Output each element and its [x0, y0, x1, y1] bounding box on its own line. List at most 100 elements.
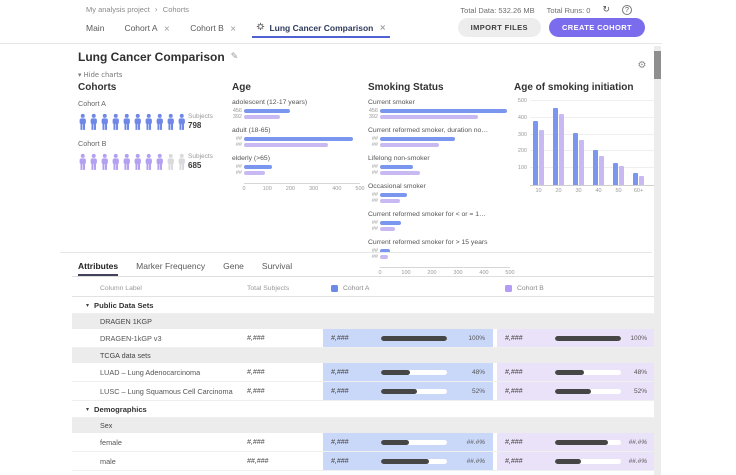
subjects-count: 685 [188, 161, 213, 170]
cohort-a-bar [244, 165, 272, 170]
cohort-b-bar [380, 199, 400, 204]
total-data: Total Data: 532.26 MB [460, 6, 534, 15]
cohort-b-bar [639, 176, 644, 185]
tab-gene[interactable]: Gene [223, 261, 244, 276]
breadcrumb-separator-icon: › [155, 5, 158, 14]
chart-group: Lifelong non-smoker#### [368, 155, 510, 176]
y-axis-tick-label: 500 [518, 98, 527, 104]
cohort-a-cell: #,### ##.#% [323, 452, 493, 470]
cohort-a-cell: #,### ##.#% [323, 433, 493, 451]
column-label-header[interactable]: Column Label [72, 285, 247, 292]
x-axis-tick-label: 30 [573, 188, 584, 194]
chart-group-label: adolescent (12-17 years) [232, 99, 364, 106]
tab-label: Cohort A [124, 23, 157, 33]
cell-value: #,### [505, 458, 555, 465]
row-label: DRAGEN-1kGP v3 [72, 334, 247, 343]
person-icon [122, 111, 132, 133]
table-group-row[interactable]: ▾Public Data Sets [72, 297, 655, 314]
tab-marker-frequency[interactable]: Marker Frequency [136, 261, 205, 276]
cell-value: #,### [331, 388, 381, 395]
tab-attributes[interactable]: Attributes [78, 261, 118, 276]
percent-bar-fill [381, 459, 429, 464]
table-row[interactable]: LUAD – Lung Adenocarcinoma#,####,###48%#… [72, 363, 655, 382]
scrollbar-thumb[interactable] [654, 51, 661, 79]
person-icon [177, 151, 187, 173]
cell-value: #,### [331, 439, 381, 446]
tab-cohort-b[interactable]: Cohort B× [190, 23, 236, 38]
cohort-a-bar [553, 108, 558, 185]
percent-bar-track [381, 440, 447, 445]
chart-group-label: Current reformed smoker, duration no… [368, 127, 510, 134]
tab-main[interactable]: Main [86, 23, 104, 38]
percent-bar-fill [555, 370, 584, 375]
cohort-a-bar [380, 193, 407, 198]
total-subjects-header[interactable]: Total Subjects [247, 285, 323, 292]
cell-value: #,### [331, 458, 381, 465]
cohort-name-label: Cohort B [78, 139, 228, 148]
chart-settings-gear-icon[interactable]: ⚙ [636, 60, 648, 72]
cohort-b-bar [539, 130, 544, 185]
import-files-button[interactable]: IMPORT FILES [458, 18, 541, 37]
table-row[interactable]: DRAGEN-1kGP v3#,####,###100%#,###100% [72, 329, 655, 348]
cell-percent: 52% [621, 388, 647, 395]
vertical-scrollbar[interactable] [654, 46, 661, 475]
percent-bar-fill [555, 336, 621, 341]
close-tab-icon[interactable]: × [164, 24, 171, 33]
cell-percent: ##.#% [621, 458, 647, 465]
close-tab-icon[interactable]: × [230, 24, 237, 33]
cell-percent: ##.#% [447, 439, 485, 446]
help-icon[interactable]: ? [622, 5, 632, 15]
create-cohort-button[interactable]: CREATE COHORT [549, 18, 645, 37]
cohorts-panel: Cohorts Cohort ASubjects798Cohort BSubje… [78, 82, 228, 173]
chart-bar-row: ## [368, 142, 510, 148]
chart-group-label: Current smoker [368, 99, 510, 106]
cell-percent: 52% [447, 388, 485, 395]
cell-value: #,### [505, 335, 555, 342]
x-axis-tick-label: 40 [593, 188, 604, 194]
table-row[interactable]: female#,####,#####.#%#,#####.#% [72, 433, 655, 452]
percent-bar-track [555, 440, 621, 445]
chart-bar-row: ## [368, 198, 510, 204]
person-icon [166, 151, 176, 173]
breadcrumb-project[interactable]: My analysis project [86, 5, 150, 14]
cell-percent: ##.#% [447, 458, 485, 465]
percent-bar-fill [381, 336, 447, 341]
close-tab-icon[interactable]: × [379, 23, 386, 32]
chart-bar-row: ## [232, 142, 364, 148]
table-subheader-row: DRAGEN 1KGP [72, 314, 655, 329]
cell-value: #,### [505, 439, 555, 446]
table-row[interactable]: male##,####,#####.#%#,#####.#% [72, 452, 655, 471]
subheader-label: Sex [100, 421, 112, 430]
cohort-a-bar [244, 137, 353, 142]
row-total-subjects: #,### [247, 439, 323, 446]
charts-divider [60, 252, 652, 253]
tab-cohort-a[interactable]: Cohort A × [124, 23, 170, 38]
edit-title-icon[interactable]: ✎ [231, 52, 239, 62]
cohort-a-bar [573, 133, 578, 185]
x-axis-tick-label: 10 [533, 188, 544, 194]
cohort-a-legend-swatch [331, 285, 338, 292]
cohort-a-bar [380, 165, 413, 170]
cohort-a-cell: #,###100% [323, 329, 493, 347]
hide-charts-toggle[interactable]: ▾ Hide charts [78, 71, 122, 79]
subheader-label: DRAGEN 1KGP [100, 317, 152, 326]
table-row[interactable]: LUSC – Lung Squamous Cell Carcinoma#,###… [72, 382, 655, 401]
person-icon [155, 111, 165, 133]
collapse-caret-icon[interactable]: ▾ [86, 406, 89, 413]
tab-survival[interactable]: Survival [262, 261, 292, 276]
attributes-tab-bar: Attributes Marker Frequency Gene Survival [78, 259, 292, 276]
percent-bar-fill [381, 440, 409, 445]
person-icon [122, 151, 132, 173]
cohort-b-bar [244, 143, 328, 148]
percent-bar-track [555, 389, 621, 394]
chart-gridline [530, 167, 654, 168]
tab-lung-cancer-comparison[interactable]: Lung Cancer Comparison× [256, 22, 386, 38]
cell-value: #,### [331, 335, 381, 342]
collapse-caret-icon[interactable]: ▾ [86, 302, 89, 309]
chart-gridline [530, 100, 654, 101]
percent-bar-track [381, 370, 447, 375]
refresh-icon[interactable]: ↻ [602, 5, 610, 15]
table-group-row[interactable]: ▾Demographics [72, 401, 655, 418]
cohort-b-bar [380, 143, 439, 148]
breadcrumb-cohorts[interactable]: Cohorts [163, 5, 189, 14]
